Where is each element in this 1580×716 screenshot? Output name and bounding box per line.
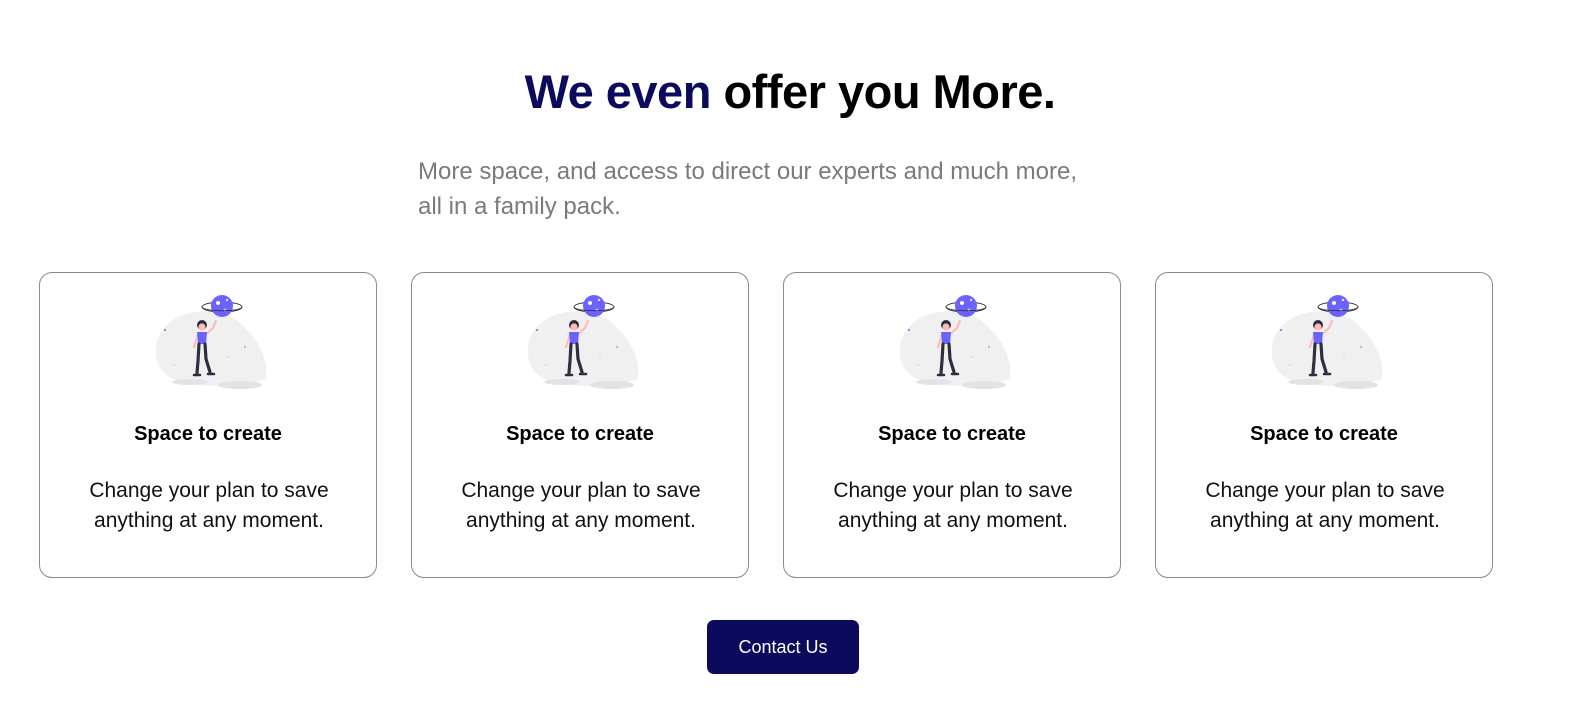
card-description: Change your plan to save anything at any…: [60, 476, 358, 536]
card-description-line-2: anything at any moment.: [838, 509, 1068, 532]
section-heading: We even offer you More.: [0, 62, 1580, 122]
heading-accent: We even: [524, 65, 712, 118]
card-description: Change your plan to save anything at any…: [804, 476, 1102, 536]
heading-rest: offer you More.: [723, 65, 1056, 118]
card-description: Change your plan to save anything at any…: [432, 476, 730, 536]
contact-us-button[interactable]: Contact Us: [707, 620, 859, 674]
card-description-line-1: Change your plan to save: [89, 479, 329, 502]
feature-card: Space to create Change your plan to save…: [1155, 272, 1493, 578]
feature-card: Space to create Change your plan to save…: [783, 272, 1121, 578]
card-description-line-2: anything at any moment.: [466, 509, 696, 532]
card-description-line-1: Change your plan to save: [461, 479, 701, 502]
astronaut-planet-illustration: [894, 295, 1014, 395]
card-description-line-1: Change your plan to save: [833, 479, 1073, 502]
card-description-line-2: anything at any moment.: [1210, 509, 1440, 532]
astronaut-planet-illustration: [522, 295, 642, 395]
card-title: Space to create: [878, 423, 1026, 445]
astronaut-planet-illustration: [150, 295, 270, 395]
card-description-line-1: Change your plan to save: [1205, 479, 1445, 502]
feature-cards: Space to create Change your plan to save…: [39, 272, 1497, 582]
subtitle-line-1: More space, and access to direct our exp…: [418, 158, 1077, 185]
subtitle-line-2: all in a family pack.: [418, 193, 621, 220]
card-title: Space to create: [506, 423, 654, 445]
feature-card: Space to create Change your plan to save…: [39, 272, 377, 578]
feature-card: Space to create Change your plan to save…: [411, 272, 749, 578]
card-description: Change your plan to save anything at any…: [1176, 476, 1474, 536]
section-subtitle: More space, and access to direct our exp…: [418, 154, 1178, 224]
card-title: Space to create: [134, 423, 282, 445]
astronaut-planet-illustration: [1266, 295, 1386, 395]
offer-section: We even offer you More. More space, and …: [0, 0, 1580, 716]
card-description-line-2: anything at any moment.: [94, 509, 324, 532]
card-title: Space to create: [1250, 423, 1398, 445]
